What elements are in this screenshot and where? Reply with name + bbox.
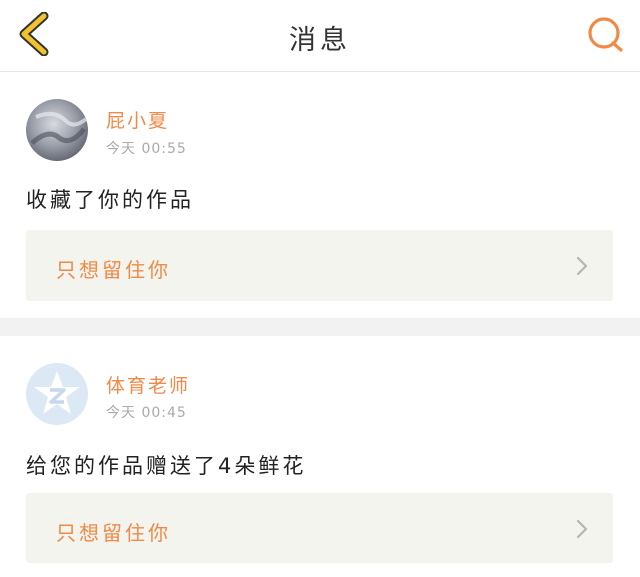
timestamp: 今天 00:55 [106,141,187,157]
username[interactable]: 体育老师 [106,371,190,398]
work-title: 只想留住你 [56,521,171,545]
user-photo-icon [26,99,88,161]
avatar[interactable] [26,363,88,425]
nav-bar: 消息 [0,0,640,72]
default-avatar-icon [26,363,88,425]
message-text: 给您的作品赠送了4朵鲜花 [26,454,307,478]
page-title: 消息 [289,25,351,56]
section-divider [0,318,640,336]
avatar[interactable] [26,99,88,161]
work-title: 只想留住你 [56,258,171,282]
timestamp: 今天 00:45 [106,405,187,421]
message-card: 体育老师 今天 00:45 给您的作品赠送了4朵鲜花 只想留住你 [0,336,640,577]
work-link[interactable]: 只想留住你 [26,493,613,563]
work-link[interactable]: 只想留住你 [26,230,613,301]
chevron-right-icon [576,519,588,539]
message-card: 屁小夏 今天 00:55 收藏了你的作品 只想留住你 [0,72,640,318]
search-button[interactable] [584,14,626,54]
message-text: 收藏了你的作品 [26,188,194,212]
search-icon [588,17,623,52]
username[interactable]: 屁小夏 [106,106,169,133]
chevron-right-icon [576,256,588,276]
